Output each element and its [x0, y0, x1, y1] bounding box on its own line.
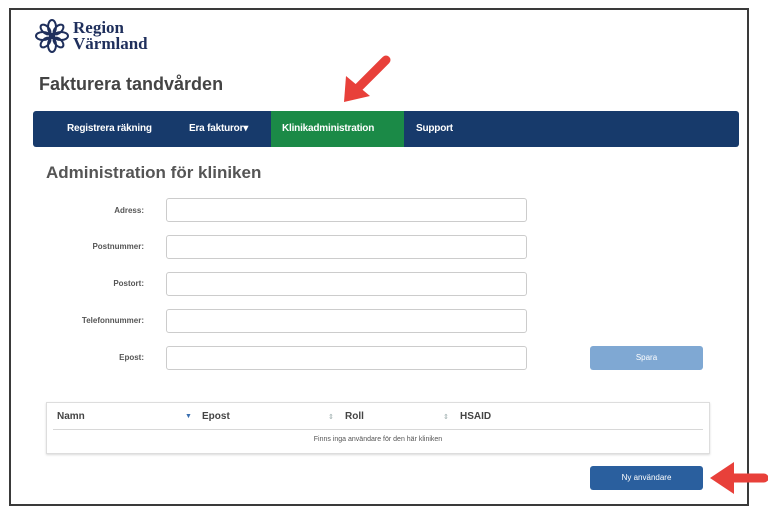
app-title: Fakturera tandvården — [39, 74, 224, 94]
city-label: Postort: — [113, 279, 144, 288]
column-header-epost[interactable]: Epost — [202, 411, 230, 422]
city-field[interactable] — [166, 272, 527, 296]
annotation-arrow-down-icon — [344, 55, 391, 102]
flower-logo-icon — [35, 19, 69, 53]
nav-item-label: Registrera räkning — [67, 123, 152, 134]
postal-code-label: Postnummer: — [92, 242, 144, 251]
new-user-button[interactable]: Ny användare — [590, 466, 703, 490]
users-table: Namn ▼ Epost ⇕ Roll ⇕ HSAID Finns inga a… — [46, 402, 710, 454]
region-varmland-logo[interactable]: Region Värmland — [35, 19, 148, 53]
phone-field[interactable] — [166, 309, 527, 333]
save-button[interactable]: Spara — [590, 346, 703, 370]
nav-item-label: Era fakturor — [189, 123, 244, 134]
email-field[interactable] — [166, 346, 527, 370]
sort-icon[interactable]: ⇕ — [443, 413, 449, 421]
chevron-down-icon: ▾ — [243, 123, 249, 134]
column-header-namn[interactable]: Namn — [57, 411, 85, 422]
logo-text: Region Värmland — [73, 19, 148, 53]
annotation-arrow-left-icon — [710, 462, 768, 494]
address-field[interactable] — [166, 198, 527, 222]
sort-desc-icon[interactable]: ▼ — [185, 413, 192, 420]
column-header-roll[interactable]: Roll — [345, 411, 364, 422]
column-header-hsaid[interactable]: HSAID — [460, 411, 491, 422]
logo-line-2: Värmland — [73, 34, 148, 53]
empty-table-message: Finns inga användare för den här klinike… — [313, 436, 443, 443]
postal-code-field[interactable] — [166, 235, 527, 259]
sort-icon[interactable]: ⇕ — [328, 413, 334, 421]
main-navbar: Registrera räkning Era fakturor▾ Klinika… — [33, 111, 739, 147]
table-divider — [53, 429, 703, 430]
address-label: Adress: — [114, 206, 144, 215]
nav-item-label: Klinikadministration — [282, 123, 375, 134]
nav-item-klinikadministration[interactable]: Klinikadministration — [271, 111, 404, 147]
nav-item-label: Support — [416, 123, 453, 134]
email-label: Epost: — [119, 353, 144, 362]
phone-label: Telefonnummer: — [81, 316, 144, 325]
nav-item-support[interactable]: Support — [406, 111, 463, 147]
page-title: Administration för kliniken — [46, 163, 262, 182]
nav-item-registrera-rakning[interactable]: Registrera räkning — [57, 111, 162, 147]
nav-item-era-fakturor[interactable]: Era fakturor▾ — [179, 111, 258, 147]
